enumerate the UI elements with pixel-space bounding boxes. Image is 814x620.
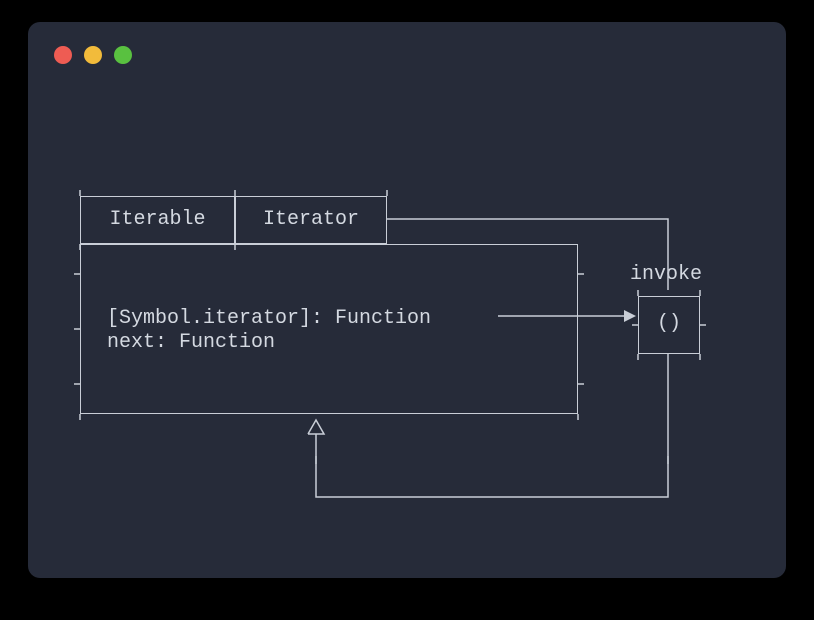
close-icon[interactable] (54, 46, 72, 64)
member-next: next: Function (107, 331, 577, 355)
tab-iterator: Iterator (235, 196, 387, 244)
invoke-box: () (638, 296, 700, 354)
minimize-icon[interactable] (84, 46, 102, 64)
invoke-parens: () (657, 312, 681, 335)
invoke-label: invoke (630, 263, 702, 287)
tab-label: Iterator (263, 208, 359, 231)
member-symbol-iterator: [Symbol.iterator]: Function (107, 307, 577, 331)
tab-label: Iterable (109, 208, 205, 231)
window-controls (28, 22, 786, 64)
tab-iterable: Iterable (80, 196, 235, 244)
maximize-icon[interactable] (114, 46, 132, 64)
terminal-window: Iterable Iterator [Symbol.iterator]: Fun… (28, 22, 786, 578)
protocol-body: [Symbol.iterator]: Function next: Functi… (80, 244, 578, 414)
